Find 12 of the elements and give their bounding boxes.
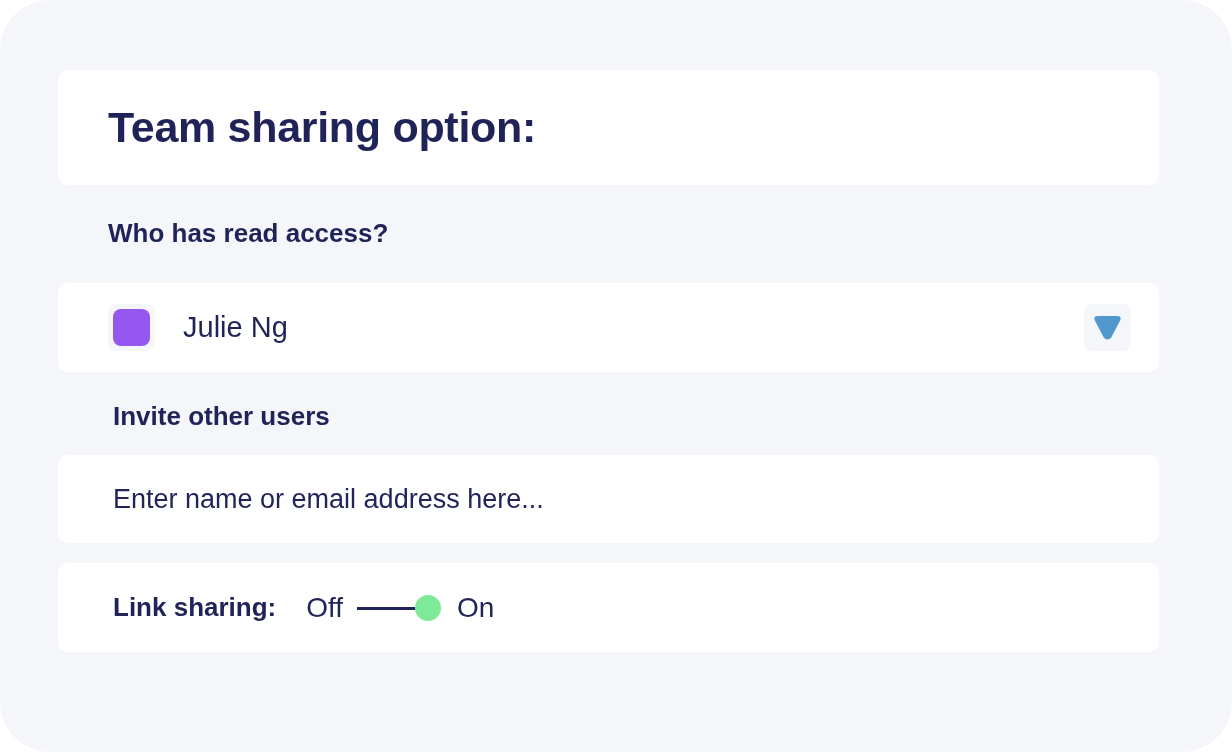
- invite-input-field[interactable]: Enter name or email address here...: [58, 455, 1159, 543]
- panel-title: Team sharing option:: [108, 101, 536, 153]
- caret-icon: [1092, 314, 1123, 341]
- user-name: Julie Ng: [183, 310, 288, 345]
- on-label: On: [457, 590, 495, 625]
- dropdown-button[interactable]: [1084, 304, 1131, 351]
- section-heading: Who has read access?: [108, 218, 389, 250]
- toggle-switch[interactable]: [357, 594, 442, 621]
- off-label: Off: [306, 590, 344, 625]
- avatar-swatch-icon: [108, 304, 155, 351]
- link-sharing-label: Link sharing:: [113, 591, 277, 624]
- section-heading: Invite other users: [113, 400, 330, 433]
